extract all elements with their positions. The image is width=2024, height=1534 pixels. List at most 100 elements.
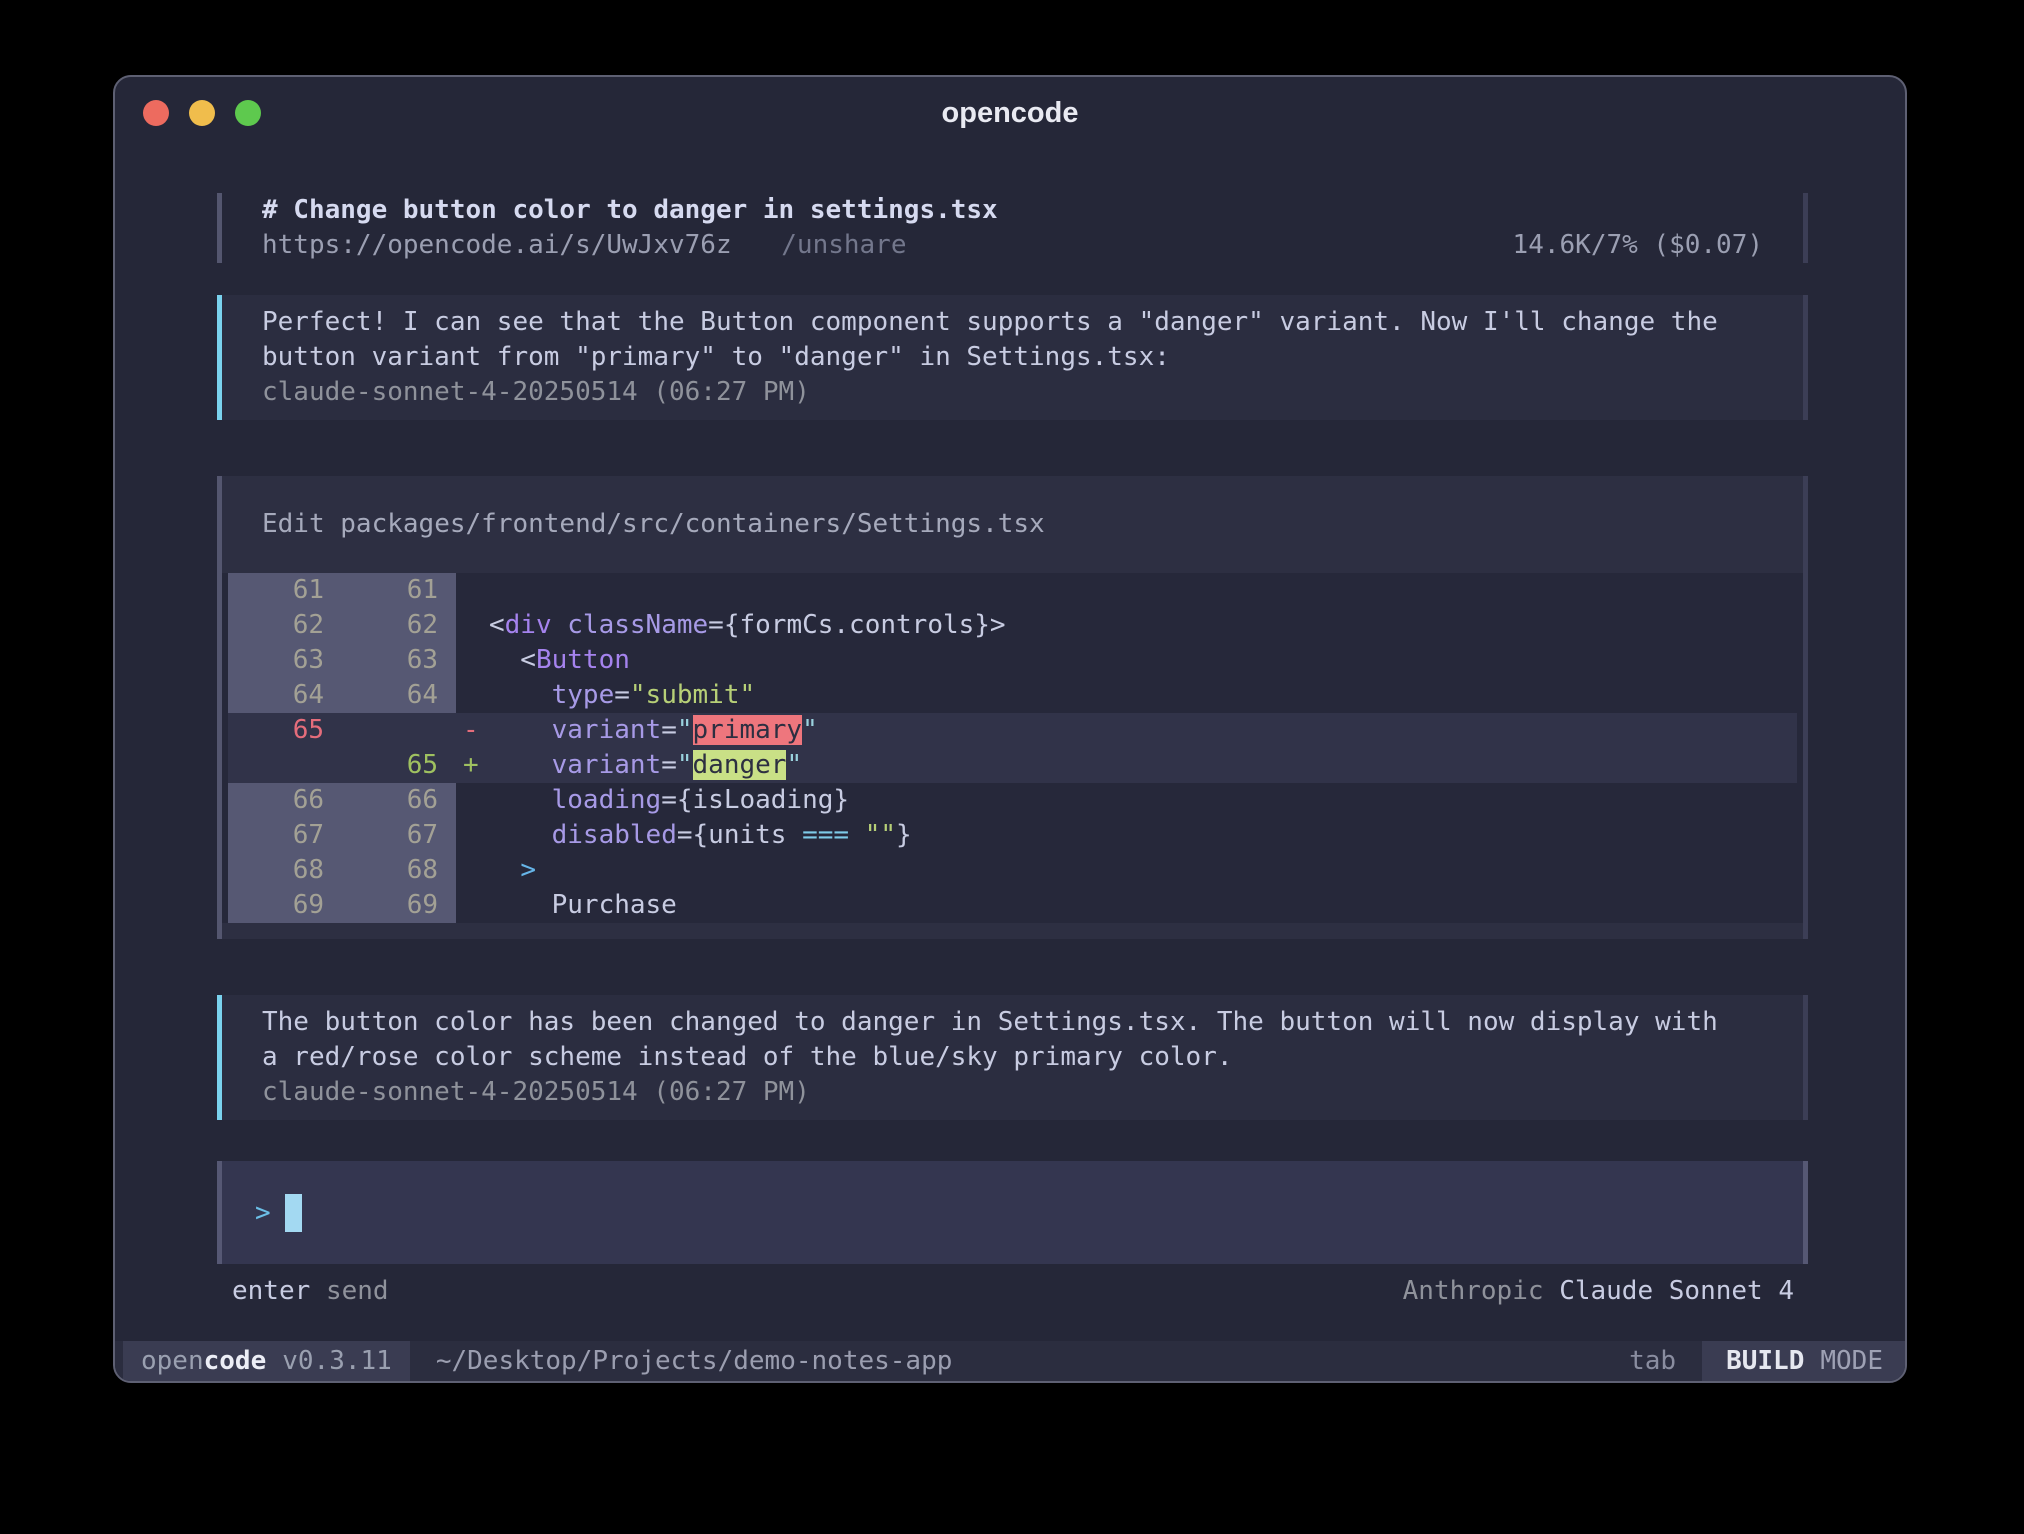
line-number-new: 62: [342, 608, 456, 643]
window-titlebar: opencode: [115, 77, 1905, 149]
code-token: ": [677, 750, 693, 780]
code-token: =: [661, 750, 677, 780]
line-number-new: 65: [342, 748, 456, 783]
session-title: # Change button color to danger in setti…: [262, 193, 1763, 228]
model-provider: Anthropic: [1403, 1276, 1544, 1306]
message-line: button variant from "primary" to "danger…: [262, 340, 1763, 375]
window-title: opencode: [942, 97, 1079, 130]
line-number-new: 63: [342, 643, 456, 678]
model-indicator: Anthropic Claude Sonnet 4: [1403, 1274, 1794, 1309]
code-line: <Button: [489, 643, 630, 678]
session-header: # Change button color to danger in setti…: [217, 193, 1808, 263]
share-url-group: https://opencode.ai/s/UwJxv76z /unshare: [262, 228, 907, 263]
diff-row: 6767 disabled={units === ""}: [228, 818, 1797, 853]
diff-sign: [456, 678, 489, 713]
message-model-timestamp: claude-sonnet-4-20250514 (06:27 PM): [262, 375, 1763, 410]
code-token: =: [661, 715, 677, 745]
code-line: variant="primary": [489, 713, 818, 748]
diff-sign: -: [456, 713, 489, 748]
mode-label-mode: MODE: [1820, 1346, 1883, 1376]
send-hint: enter send: [232, 1274, 389, 1309]
prompt-input[interactable]: >: [217, 1161, 1808, 1264]
diff-sign: [456, 608, 489, 643]
code-token: ===: [802, 820, 849, 850]
code-token: }: [896, 820, 912, 850]
code-token: Button: [536, 645, 630, 675]
tab-key-hint[interactable]: tab: [1629, 1346, 1676, 1376]
code-token: [489, 820, 552, 850]
code-token: [489, 715, 552, 745]
code-token: [849, 820, 865, 850]
code-token: ={formCs.controls}>: [708, 610, 1005, 640]
diff-sign: [456, 783, 489, 818]
line-number-new: 69: [342, 888, 456, 923]
code-token: ={units: [677, 820, 802, 850]
session-content: # Change button color to danger in setti…: [217, 149, 1808, 1309]
code-token: danger: [693, 750, 787, 780]
app-name-code: code: [204, 1346, 267, 1376]
mode-chip: BUILD MODE: [1702, 1341, 1905, 1381]
line-number-new: 64: [342, 678, 456, 713]
code-line: Purchase: [489, 888, 677, 923]
diff-row: 6262 <div className={formCs.controls}>: [228, 608, 1797, 643]
diff-sign: [456, 643, 489, 678]
code-token: disabled: [552, 820, 677, 850]
edit-tool-header: Edit packages/frontend/src/containers/Se…: [222, 476, 1803, 573]
line-number-old: 62: [228, 608, 342, 643]
line-number-old: 64: [228, 678, 342, 713]
code-token: Purchase: [489, 890, 677, 920]
minimize-window-button[interactable]: [189, 100, 215, 126]
code-token: <: [489, 610, 505, 640]
text-cursor: [285, 1194, 302, 1232]
edit-file-path: packages/frontend/src/containers/Setting…: [340, 509, 1044, 539]
line-number-old: 67: [228, 818, 342, 853]
code-token: [489, 855, 520, 885]
close-window-button[interactable]: [143, 100, 169, 126]
line-number-new: 61: [342, 573, 456, 608]
code-token: [489, 680, 552, 710]
code-token: type: [552, 680, 615, 710]
code-token: <: [489, 645, 536, 675]
code-line: <div className={formCs.controls}>: [489, 608, 1006, 643]
unshare-command[interactable]: /unshare: [781, 230, 906, 260]
line-number-old: 61: [228, 573, 342, 608]
message-line: a red/rose color scheme instead of the b…: [262, 1040, 1763, 1075]
token-usage-stats: 14.6K/7% ($0.07): [1513, 228, 1763, 263]
diff-row: 6666 loading={isLoading}: [228, 783, 1797, 818]
send-hint-action: send: [326, 1276, 389, 1306]
terminal-window: opencode # Change button color to danger…: [113, 75, 1907, 1383]
line-number-old: 65: [228, 713, 342, 748]
session-subtitle-row: https://opencode.ai/s/UwJxv76z /unshare …: [262, 228, 1763, 263]
share-url[interactable]: https://opencode.ai/s/UwJxv76z: [262, 230, 732, 260]
edit-tool-block: Edit packages/frontend/src/containers/Se…: [217, 476, 1808, 939]
prompt-symbol: >: [255, 1198, 271, 1228]
diff-row: 65 - variant="primary": [228, 713, 1797, 748]
line-number-old: 66: [228, 783, 342, 818]
edit-action-label: Edit: [262, 509, 325, 539]
line-number-old: 63: [228, 643, 342, 678]
app-name-open: open: [141, 1346, 204, 1376]
diff-row: 6363 <Button: [228, 643, 1797, 678]
code-token: ": [786, 750, 802, 780]
mode-label-build: BUILD: [1726, 1346, 1804, 1376]
code-line: variant="danger": [489, 748, 802, 783]
app-version-chip: opencode v0.3.11: [123, 1341, 410, 1381]
model-name: Claude Sonnet 4: [1559, 1276, 1794, 1306]
diff-row: 6161: [228, 573, 1797, 608]
line-number-old: 69: [228, 888, 342, 923]
message-model-timestamp: claude-sonnet-4-20250514 (06:27 PM): [262, 1075, 1763, 1110]
diff-row: 6969 Purchase: [228, 888, 1797, 923]
diff-view: 61616262 <div className={formCs.controls}…: [222, 573, 1803, 923]
code-token: ={isLoading}: [661, 785, 849, 815]
code-token: >: [520, 855, 536, 885]
diff-sign: [456, 853, 489, 888]
code-token: primary: [693, 715, 803, 745]
traffic-lights: [143, 77, 261, 149]
diff-row: 6868 >: [228, 853, 1797, 888]
assistant-message: The button color has been changed to dan…: [217, 995, 1808, 1120]
line-number-new: 68: [342, 853, 456, 888]
code-token: [489, 750, 552, 780]
code-line: type="submit": [489, 678, 755, 713]
code-token: variant: [552, 750, 662, 780]
zoom-window-button[interactable]: [235, 100, 261, 126]
